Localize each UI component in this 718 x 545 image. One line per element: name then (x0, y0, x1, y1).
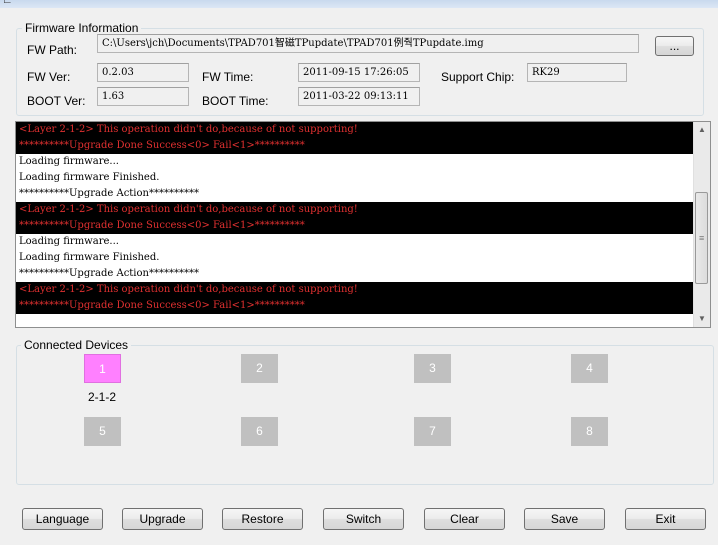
scroll-down-arrow-icon[interactable]: ▼ (694, 311, 710, 327)
window-title-strip: ∟ (0, 0, 718, 8)
boot-ver-label: BOOT Ver: (27, 94, 86, 108)
log-line: <Layer 2-1-2> This operation didn't do,b… (16, 282, 695, 298)
scroll-thumb[interactable]: ≡ (695, 192, 708, 284)
log-line: Loading firmware... (16, 234, 695, 250)
log-line: **********Upgrade Action********** (16, 266, 695, 282)
language-button[interactable]: Language (22, 508, 103, 530)
log-lines: <Layer 2-1-2> This operation didn't do,b… (16, 122, 695, 314)
support-chip-field[interactable]: RK29 (527, 63, 627, 82)
log-line: <Layer 2-1-2> This operation didn't do,b… (16, 202, 695, 218)
fw-path-label: FW Path: (27, 43, 78, 57)
device-slot-3[interactable]: 3 (414, 354, 451, 383)
device-slot-8[interactable]: 8 (571, 417, 608, 446)
switch-button[interactable]: Switch (323, 508, 404, 530)
scroll-up-arrow-icon[interactable]: ▲ (694, 122, 710, 138)
restore-button[interactable]: Restore (222, 508, 303, 530)
device-slot-5[interactable]: 5 (84, 417, 121, 446)
log-line: <Layer 2-1-2> This operation didn't do,b… (16, 122, 695, 138)
app-icon: ∟ (2, 0, 13, 6)
browse-button[interactable]: ... (655, 36, 694, 56)
fw-path-field[interactable]: C:\Users\jch\Documents\TPAD701智磁TPupdate… (97, 34, 639, 53)
log-line: **********Upgrade Done Success<0> Fail<1… (16, 298, 695, 314)
device-slot-1[interactable]: 1 (84, 354, 121, 383)
device-slot-6[interactable]: 6 (241, 417, 278, 446)
device-slot-7[interactable]: 7 (414, 417, 451, 446)
fw-ver-field[interactable]: 0.2.03 (97, 63, 189, 82)
log-line: Loading firmware... (16, 154, 695, 170)
log-line: Loading firmware Finished. (16, 170, 695, 186)
boot-time-field[interactable]: 2011-03-22 09:13:11 (298, 87, 420, 106)
grip-icon: ≡ (699, 233, 705, 243)
save-button[interactable]: Save (524, 508, 605, 530)
connected-devices-title: Connected Devices (21, 338, 132, 352)
fw-time-label: FW Time: (202, 70, 254, 84)
fw-ver-label: FW Ver: (27, 70, 71, 84)
upgrade-button[interactable]: Upgrade (122, 508, 203, 530)
device-slot-4[interactable]: 4 (571, 354, 608, 383)
fw-time-field[interactable]: 2011-09-15 17:26:05 (298, 63, 420, 82)
boot-ver-field[interactable]: 1.63 (97, 87, 189, 106)
exit-button[interactable]: Exit (625, 508, 706, 530)
clear-button[interactable]: Clear (424, 508, 505, 530)
boot-time-label: BOOT Time: (202, 94, 269, 108)
log-scrollbar[interactable]: ▲ ≡ ▼ (693, 122, 710, 327)
log-line: Loading firmware Finished. (16, 250, 695, 266)
log-line: **********Upgrade Done Success<0> Fail<1… (16, 138, 695, 154)
log-line: **********Upgrade Done Success<0> Fail<1… (16, 218, 695, 234)
firmware-info-title: Firmware Information (22, 21, 142, 35)
log-line: **********Upgrade Action********** (16, 186, 695, 202)
device-slot-2[interactable]: 2 (241, 354, 278, 383)
log-output[interactable]: <Layer 2-1-2> This operation didn't do,b… (15, 121, 711, 328)
support-chip-label: Support Chip: (441, 70, 515, 84)
device-1-location: 2-1-2 (88, 390, 117, 404)
